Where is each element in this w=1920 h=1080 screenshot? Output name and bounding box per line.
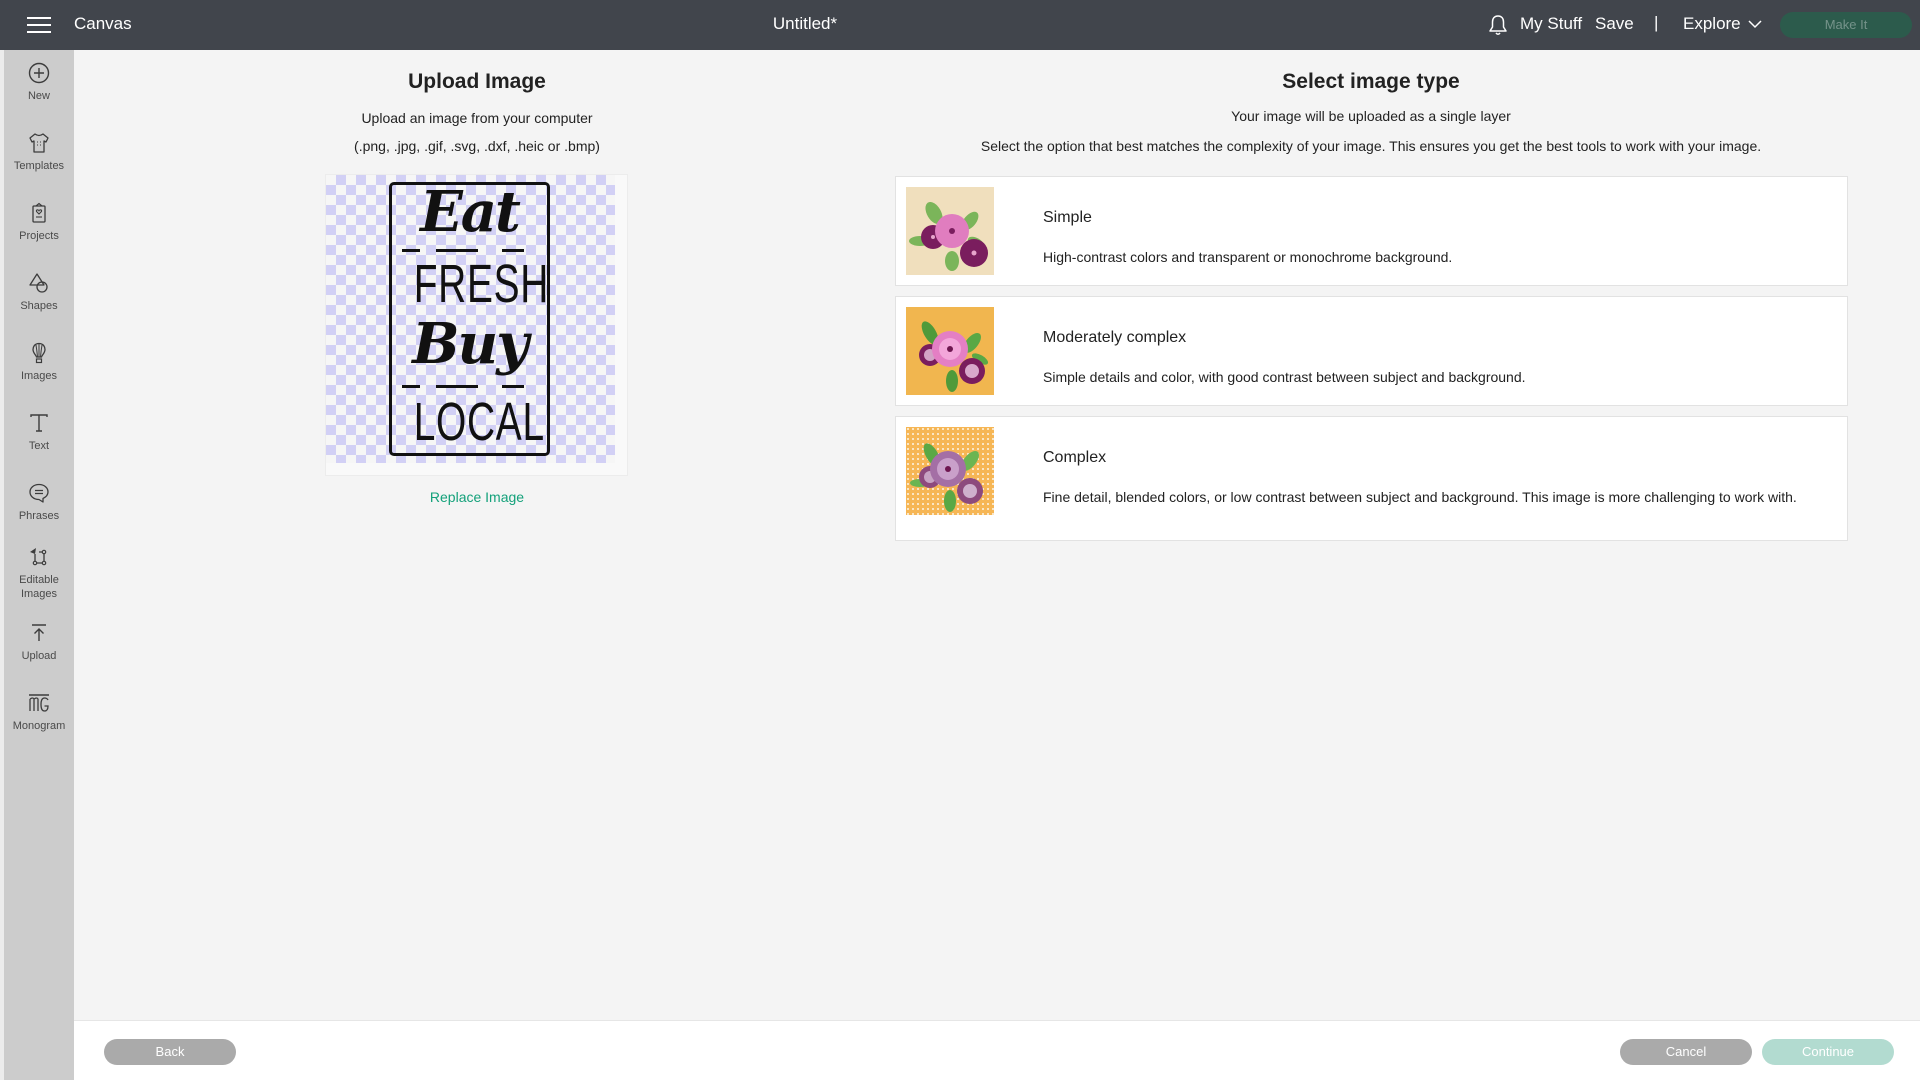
option-complex[interactable]: Complex Fine detail, blended colors, or …	[895, 416, 1848, 541]
select-type-title: Select image type	[1282, 70, 1460, 93]
sidebar-item-label: Editable	[19, 574, 59, 586]
sidebar-item-label: Upload	[21, 650, 57, 662]
preview-text-eat: Eat	[420, 179, 521, 245]
sidebar: New Templates Projects Shapes Images Tex…	[0, 50, 74, 1080]
option-description: High-contrast colors and transparent or …	[1043, 249, 1453, 265]
preview-artwork: Eat FRESH Buy LOCAL	[389, 179, 550, 456]
preview-text-buy: Buy	[412, 311, 529, 377]
supported-formats: (.png, .jpg, .gif, .svg, .dxf, .heic or …	[354, 138, 600, 154]
top-bar: Canvas Untitled* My Stuff Save | Explore…	[0, 0, 1920, 50]
speech-bubble-icon	[29, 483, 49, 503]
sidebar-item-templates[interactable]: Templates	[4, 132, 74, 173]
sidebar-item-label: Images	[20, 370, 58, 382]
sidebar-item-upload[interactable]: Upload	[4, 622, 74, 663]
sidebar-item-label: New	[27, 90, 50, 102]
sidebar-item-text[interactable]: Text	[4, 412, 74, 453]
option-title: Simple	[1043, 209, 1092, 226]
sidebar-item-images[interactable]: Images	[4, 342, 74, 383]
sidebar-item-phrases[interactable]: Phrases	[4, 482, 74, 523]
option-moderately-complex[interactable]: Moderately complex Simple details and co…	[895, 296, 1848, 406]
sidebar-item-label: Templates	[13, 160, 65, 172]
plus-circle-icon	[28, 62, 50, 84]
complex-flower-thumbnail	[906, 427, 994, 515]
sidebar-item-label: Shapes	[20, 300, 58, 312]
nav-separator: |	[1654, 13, 1659, 32]
explore-menu[interactable]: Explore	[1683, 14, 1741, 34]
sidebar-item-projects[interactable]: Projects	[4, 202, 74, 243]
sidebar-item-new[interactable]: New	[4, 62, 74, 103]
single-layer-note: Your image will be uploaded as a single …	[1231, 108, 1511, 124]
image-preview: Eat FRESH Buy LOCAL	[325, 174, 628, 476]
preview-dash	[502, 249, 524, 252]
continue-button[interactable]: Continue	[1762, 1039, 1894, 1065]
upload-arrow-icon	[32, 624, 46, 641]
tshirt-icon	[29, 133, 49, 153]
option-title: Complex	[1043, 449, 1107, 466]
lightbulb-balloon-icon	[32, 342, 46, 364]
my-stuff-link[interactable]: My Stuff	[1520, 14, 1582, 34]
preview-dash	[436, 249, 478, 252]
option-simple[interactable]: Simple High-contrast colors and transpar…	[895, 176, 1848, 286]
save-button[interactable]: Save	[1595, 14, 1634, 34]
sidebar-item-shapes[interactable]: Shapes	[4, 272, 74, 313]
sidebar-item-editable-images[interactable]: Editable Images	[4, 546, 74, 601]
upload-title: Upload Image	[408, 70, 546, 93]
option-description: Simple details and color, with good cont…	[1043, 369, 1526, 385]
moderate-flower-thumbnail	[906, 307, 994, 395]
preview-dash	[502, 385, 524, 388]
transparency-checkerboard: Eat FRESH Buy LOCAL	[326, 175, 615, 463]
preview-dash	[436, 385, 478, 388]
chevron-down-icon[interactable]	[1748, 20, 1762, 29]
preview-dash	[402, 385, 420, 388]
option-description: Fine detail, blended colors, or low cont…	[1043, 489, 1797, 505]
preview-text-local: LOCAL	[413, 392, 545, 452]
sidebar-item-label: Monogram	[12, 720, 66, 732]
sidebar-item-monogram[interactable]: Monogram	[4, 692, 74, 733]
cancel-button[interactable]: Cancel	[1620, 1039, 1752, 1065]
sidebar-item-label: Phrases	[18, 510, 60, 522]
footer-bar: Back Cancel Continue	[74, 1020, 1920, 1080]
back-button[interactable]: Back	[104, 1039, 236, 1065]
make-it-button[interactable]: Make It	[1780, 12, 1912, 38]
sidebar-item-label: Images	[20, 588, 58, 600]
document-title[interactable]: Untitled*	[0, 14, 1610, 34]
bell-icon[interactable]	[1488, 14, 1508, 36]
simple-flower-thumbnail	[906, 187, 994, 275]
shapes-icon	[29, 273, 48, 293]
upload-subtitle: Upload an image from your computer	[361, 110, 593, 126]
preview-text-fresh: FRESH	[413, 254, 550, 314]
replace-image-link[interactable]: Replace Image	[300, 489, 654, 505]
text-icon	[30, 414, 48, 432]
preview-dash	[402, 249, 420, 252]
option-title: Moderately complex	[1043, 329, 1187, 346]
sidebar-item-label: Projects	[19, 230, 59, 242]
sidebar-item-label: Text	[28, 440, 50, 452]
card-heart-icon	[32, 202, 46, 223]
monogram-icon	[29, 694, 49, 712]
complexity-instructions: Select the option that best matches the …	[980, 138, 1762, 154]
editable-image-icon	[30, 548, 47, 566]
